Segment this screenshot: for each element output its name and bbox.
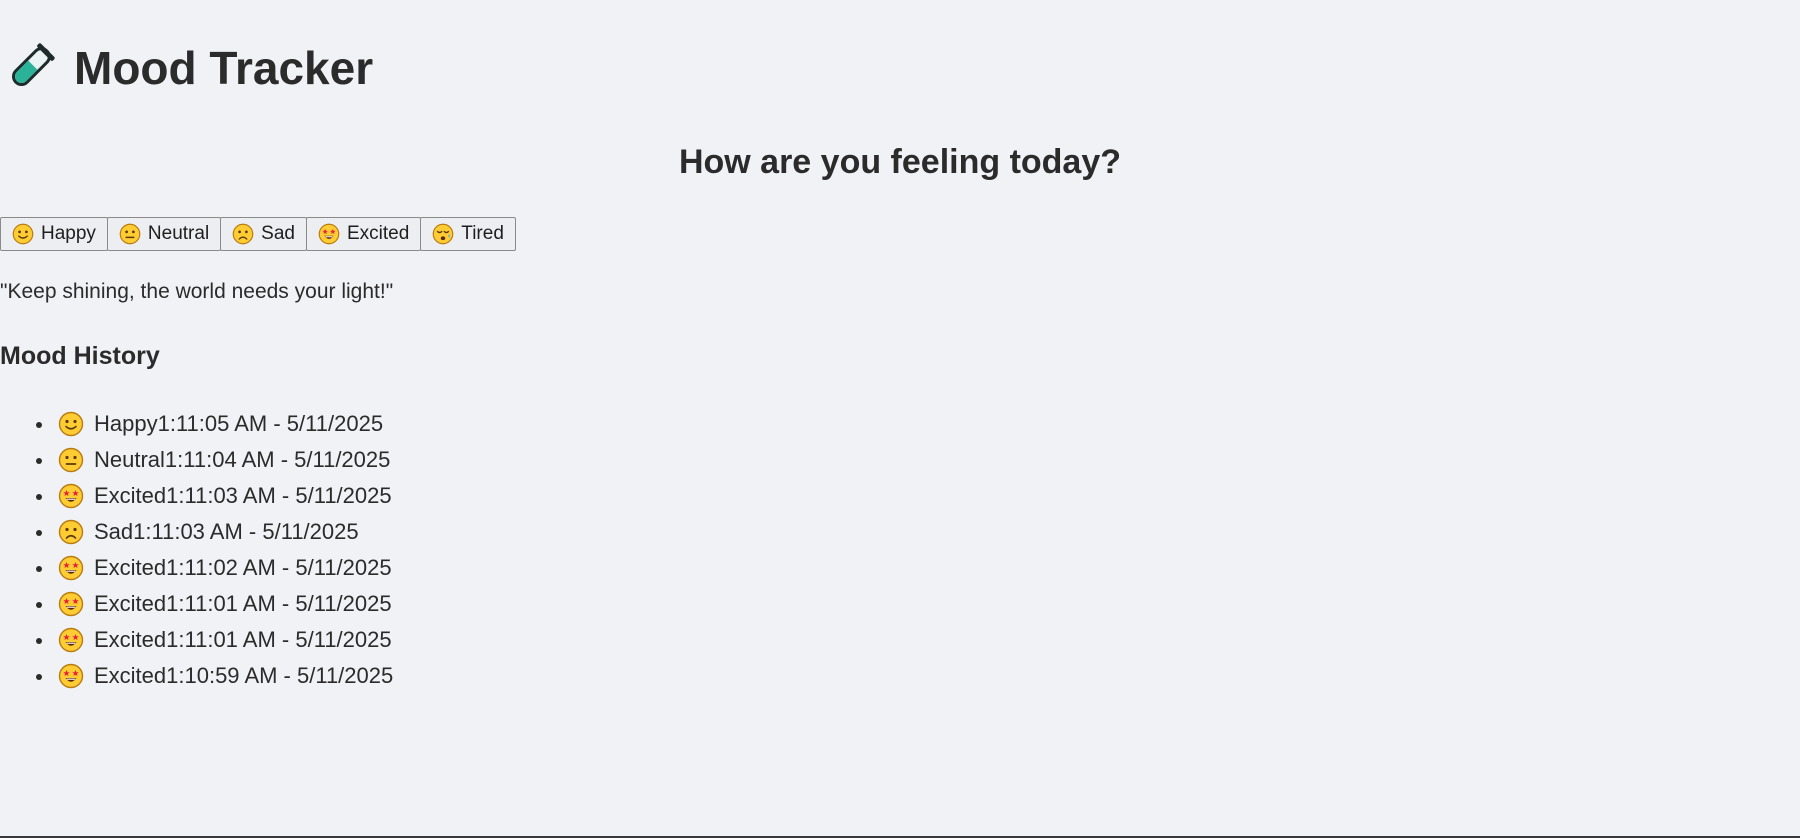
mood-button-excited[interactable]: Excited [305,217,422,251]
mood-button-tired[interactable]: Tired [420,217,516,251]
list-item: Excited1:11:02 AM - 5/11/2025 [0,550,393,586]
mood-question: How are you feeling today? [678,143,1122,181]
bullet-icon [36,674,42,680]
bullet-icon [36,602,42,608]
history-entry-text: Happy1:11:05 AM - 5/11/2025 [94,411,384,436]
list-item: Excited1:11:03 AM - 5/11/2025 [0,478,393,514]
star-struck-face-icon [58,483,84,509]
star-struck-face-icon [58,663,84,689]
history-entry-text: Excited1:10:59 AM - 5/11/2025 [94,663,394,688]
list-item: Excited1:10:59 AM - 5/11/2025 [0,658,393,694]
mood-button-neutral[interactable]: Neutral [106,217,222,251]
app-header: Mood Tracker [4,40,373,96]
slightly-smiling-face-icon [58,411,84,437]
mood-button-label: Neutral [147,223,210,244]
list-item: Happy1:11:05 AM - 5/11/2025 [0,406,393,442]
star-struck-face-icon [58,627,84,653]
mood-history-title: Mood History [0,342,160,370]
mood-button-group: Happy Neutral Sad Excited Tired [0,217,516,251]
bullet-icon [36,638,42,644]
list-item: Neutral1:11:04 AM - 5/11/2025 [0,442,393,478]
mood-button-label: Excited [346,223,410,244]
bullet-icon [36,566,42,572]
slightly-smiling-face-icon [12,223,34,245]
list-item: Excited1:11:01 AM - 5/11/2025 [0,586,393,622]
history-entry-text: Neutral1:11:04 AM - 5/11/2025 [94,447,391,472]
frowning-face-icon [232,223,254,245]
list-item: Excited1:11:01 AM - 5/11/2025 [0,622,393,658]
bullet-icon [36,494,42,500]
history-entry-text: Sad1:11:03 AM - 5/11/2025 [94,519,359,544]
star-struck-face-icon [58,555,84,581]
app-title: Mood Tracker [74,42,374,94]
mood-button-label: Tired [461,223,504,244]
frowning-face-icon [58,519,84,545]
history-entry-text: Excited1:11:01 AM - 5/11/2025 [94,627,392,652]
bullet-icon [36,458,42,464]
history-entry-text: Excited1:11:01 AM - 5/11/2025 [94,591,392,616]
motivational-quote: "Keep shining, the world needs your ligh… [0,280,394,303]
mood-history-list: Happy1:11:05 AM - 5/11/2025 Neutral1:11:… [0,406,393,694]
history-entry-text: Excited1:11:03 AM - 5/11/2025 [94,483,392,508]
mood-button-label: Sad [261,223,295,244]
neutral-face-icon [58,447,84,473]
test-tube-icon [4,42,56,94]
bullet-icon [36,422,42,428]
star-struck-face-icon [58,591,84,617]
mood-button-happy[interactable]: Happy [0,217,108,251]
star-struck-face-icon [318,223,340,245]
list-item: Sad1:11:03 AM - 5/11/2025 [0,514,393,550]
neutral-face-icon [119,223,141,245]
sleepy-face-icon [432,223,454,245]
mood-button-sad[interactable]: Sad [220,217,307,251]
mood-button-label: Happy [41,223,96,244]
bullet-icon [36,530,42,536]
history-entry-text: Excited1:11:02 AM - 5/11/2025 [94,555,392,580]
